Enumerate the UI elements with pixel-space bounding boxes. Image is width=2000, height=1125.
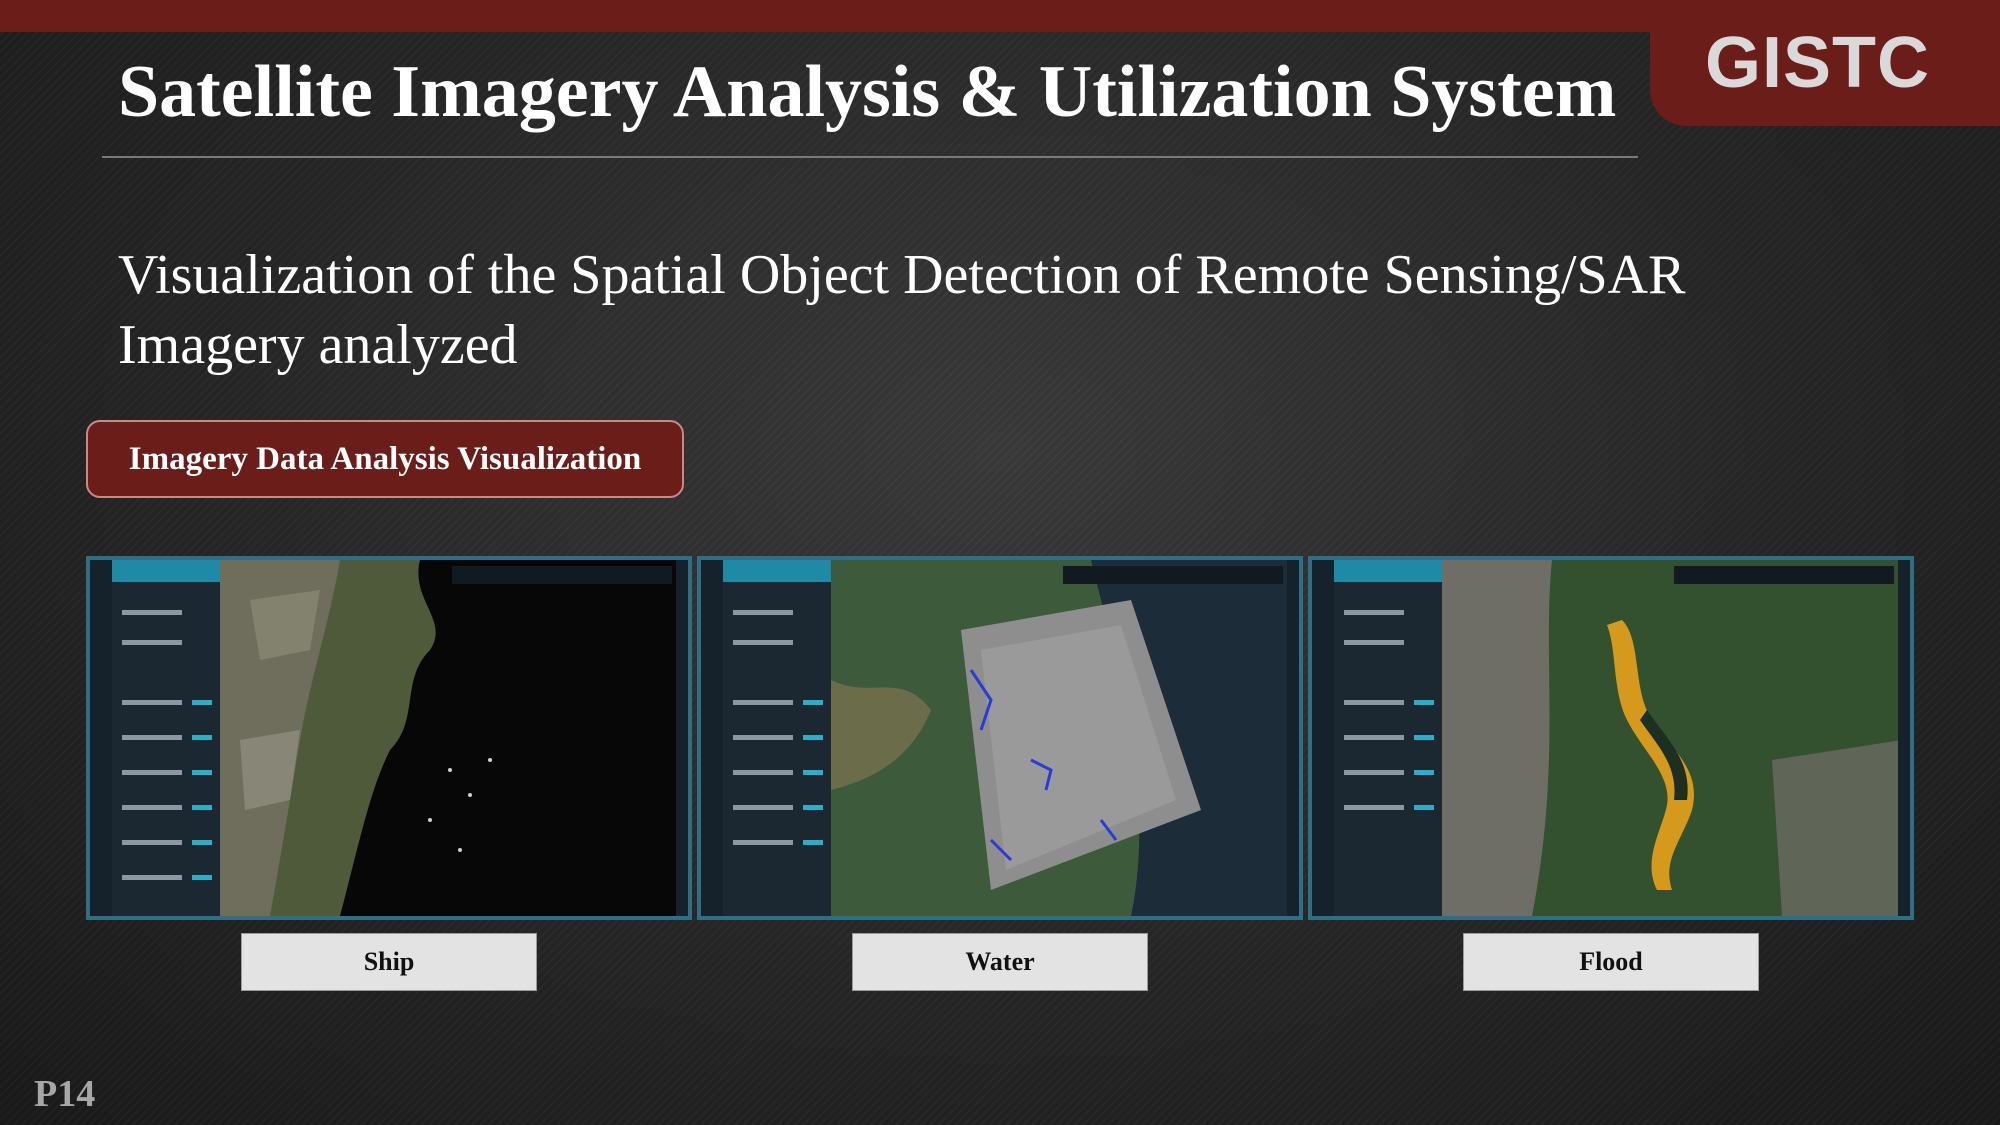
toolbar-rail — [701, 560, 723, 916]
result-panel — [1334, 560, 1442, 916]
map-tabs — [1063, 566, 1283, 584]
slide-subtitle: Visualization of the Spatial Object Dete… — [118, 244, 1686, 376]
toolbar-rail — [1312, 560, 1334, 916]
panel-label-ship: Ship — [241, 933, 537, 991]
result-panel — [112, 560, 220, 916]
flood-screenshot — [1308, 556, 1914, 920]
water-screenshot — [697, 556, 1303, 920]
title-divider — [102, 156, 1638, 158]
page-title: Satellite Imagery Analysis & Utilization… — [118, 51, 1617, 133]
map-tabs — [1674, 566, 1894, 584]
map-controls — [1898, 560, 1910, 916]
toolbar-rail — [90, 560, 112, 916]
result-panel — [723, 560, 831, 916]
page-number: P14 — [34, 1073, 96, 1115]
map-controls — [1287, 560, 1299, 916]
panel-label-flood: Flood — [1463, 933, 1759, 991]
gistc-logo: GISTC — [1705, 23, 1931, 103]
panel-label-water: Water — [852, 933, 1148, 991]
flood-map-view — [1442, 560, 1902, 916]
imagery-analysis-button[interactable]: Imagery Data Analysis Visualization — [86, 420, 684, 498]
water-map-view — [831, 560, 1291, 916]
ship-screenshot — [86, 556, 692, 920]
map-controls — [676, 560, 688, 916]
map-tabs — [452, 566, 672, 584]
ship-map-view — [220, 560, 680, 916]
